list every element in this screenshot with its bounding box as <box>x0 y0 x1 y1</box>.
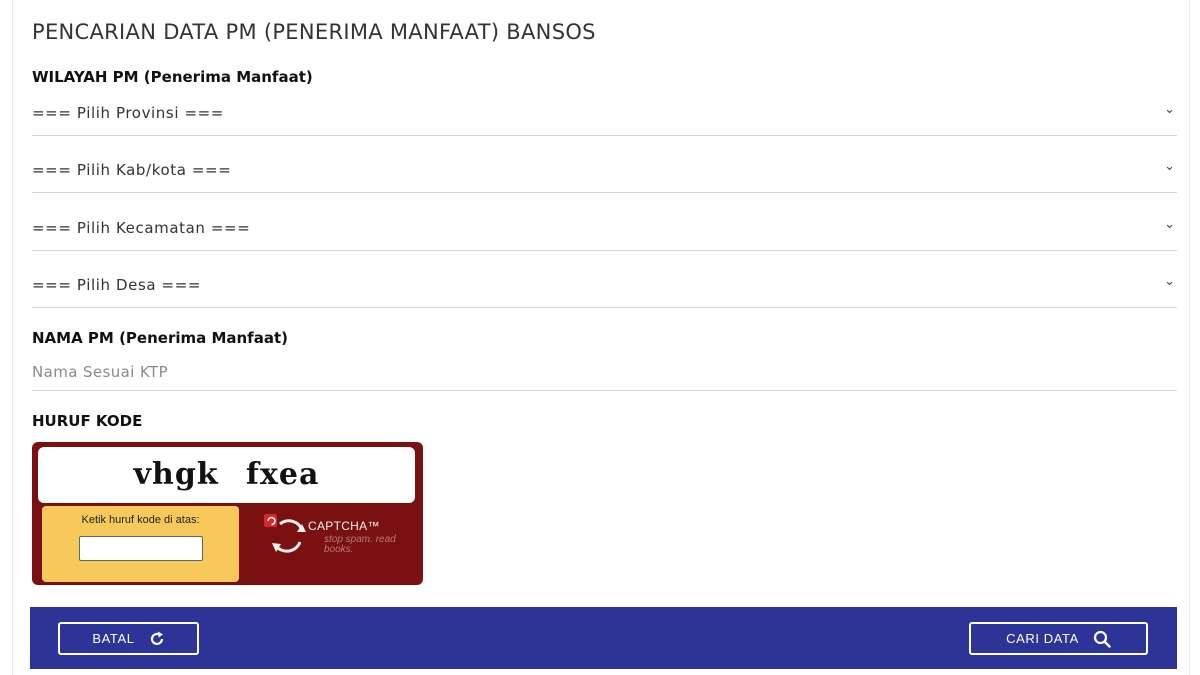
chevron-down-icon: ⌄ <box>1164 102 1175 117</box>
action-bar: BATAL CARI DATA <box>30 607 1177 669</box>
captcha-brand: CAPTCHA™ <box>308 519 380 533</box>
nama-input[interactable] <box>32 353 1177 391</box>
wilayah-label: WILAYAH PM (Penerima Manfaat) <box>32 68 313 86</box>
left-border <box>12 0 13 675</box>
search-icon <box>1093 630 1111 648</box>
huruf-kode-label: HURUF KODE <box>32 412 143 430</box>
nama-label: NAMA PM (Penerima Manfaat) <box>32 329 288 347</box>
captcha-logo: CAPTCHA™ stop spam. read books. <box>260 508 420 578</box>
cari-data-button-label: CARI DATA <box>1006 631 1079 646</box>
cari-data-button[interactable]: CARI DATA <box>969 622 1148 655</box>
select-desa[interactable]: === Pilih Desa === ⌄ <box>32 268 1177 308</box>
captcha-entry-label: Ketik huruf kode di atas: <box>81 514 200 526</box>
page: PENCARIAN DATA PM (PENERIMA MANFAAT) BAN… <box>0 0 1200 675</box>
select-kecamatan[interactable]: === Pilih Kecamatan === ⌄ <box>32 211 1177 251</box>
chevron-down-icon: ⌄ <box>1164 274 1175 289</box>
batal-button-label: BATAL <box>92 631 135 646</box>
captcha-entry-panel: Ketik huruf kode di atas: <box>42 506 239 582</box>
select-kabkota-value: === Pilih Kab/kota === <box>32 161 232 179</box>
captcha-image-text: vhgk fxea <box>38 447 415 503</box>
select-kecamatan-value: === Pilih Kecamatan === <box>32 219 251 237</box>
select-desa-value: === Pilih Desa === <box>32 276 202 294</box>
page-title: PENCARIAN DATA PM (PENERIMA MANFAAT) BAN… <box>32 20 596 44</box>
select-provinsi-value: === Pilih Provinsi === <box>32 104 224 122</box>
captcha-tagline: stop spam. read books. <box>324 534 396 555</box>
reload-arrows-icon[interactable] <box>262 512 310 558</box>
right-border <box>1189 0 1190 675</box>
refresh-icon <box>150 631 163 645</box>
select-provinsi[interactable]: === Pilih Provinsi === ⌄ <box>32 96 1177 136</box>
chevron-down-icon: ⌄ <box>1164 217 1175 232</box>
captcha-widget: vhgk fxea Ketik huruf kode di atas: CAPT… <box>32 442 423 585</box>
batal-button[interactable]: BATAL <box>58 622 199 655</box>
captcha-input[interactable] <box>79 536 203 561</box>
chevron-down-icon: ⌄ <box>1164 159 1175 174</box>
select-kabkota[interactable]: === Pilih Kab/kota === ⌄ <box>32 153 1177 193</box>
